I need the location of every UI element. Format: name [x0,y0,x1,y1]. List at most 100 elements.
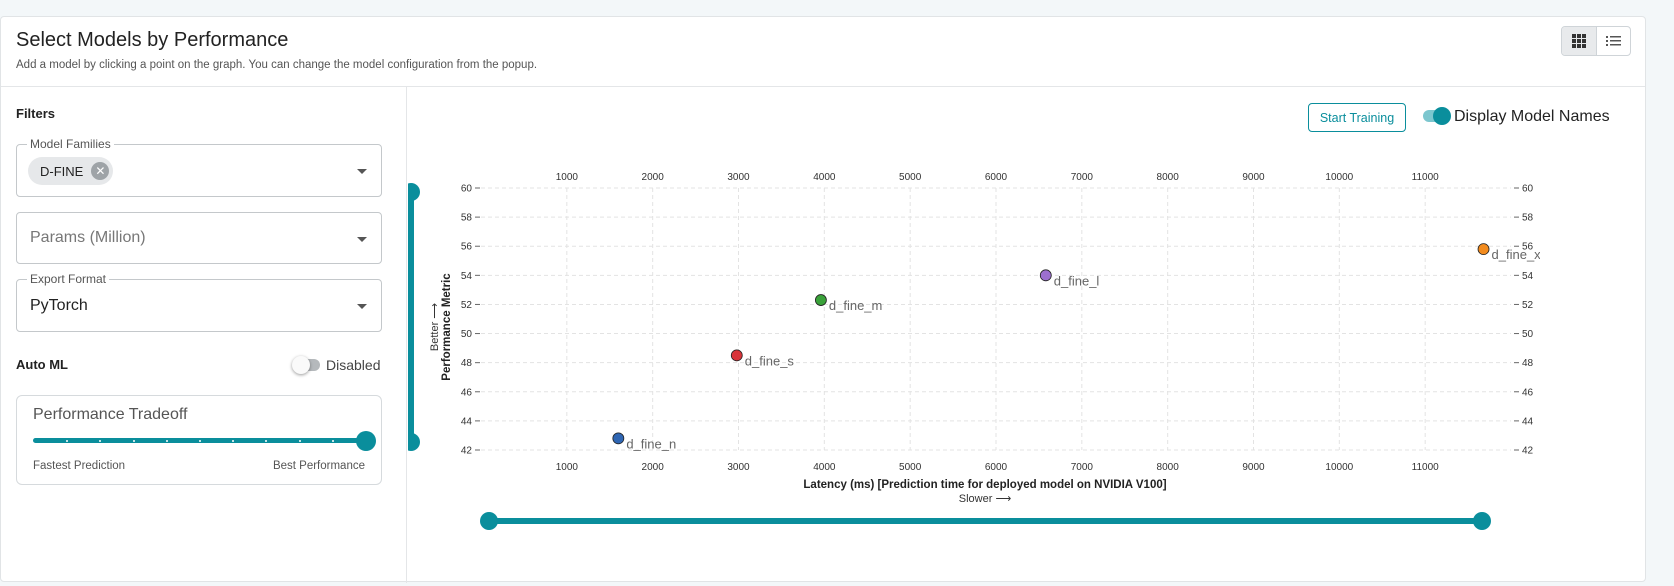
params-select[interactable]: Params (Million) [16,212,382,264]
x-range-slider-min-thumb[interactable] [480,512,498,530]
y-tick-label-right: 50 [1522,329,1534,340]
model-point-d-fine-s[interactable] [730,349,743,362]
y-axis-hint: Better ⟶ [429,303,441,351]
y-tick-label-right: 58 [1522,213,1534,224]
x-tick-label-bottom: 5000 [899,462,922,473]
y-tick-label-left: 58 [461,213,473,224]
y-tick-label-right: 54 [1522,271,1534,282]
view-toggle [1561,26,1631,56]
scatter-chart: 1000 1000 2000 2000 3000 3000 4000 4000 5000 5000… [408,172,1542,530]
model-families-select[interactable]: Model Families D-FINE ✕ [16,137,382,197]
point-label: d_fine_l [1054,273,1100,288]
model-point-d-fine-x[interactable] [1477,243,1490,256]
tradeoff-tick [199,439,201,442]
tradeoff-tick [132,439,135,442]
tradeoff-tick [99,439,102,442]
x-tick-label-top: 11000 [1412,172,1440,183]
y-tick-label-right: 48 [1522,358,1534,369]
list-icon [1605,36,1621,46]
y-tick-label-left: 56 [461,242,473,253]
filters-panel: Filters Model Families D-FINE ✕ Params (… [1,87,407,583]
x-tick-label-bottom: 2000 [642,462,665,473]
y-axis-label: Performance Metric [441,273,453,381]
chevron-down-icon[interactable] [357,304,367,309]
x-tick-label-top: 4000 [813,172,836,183]
x-tick-label-bottom: 11000 [1412,462,1440,473]
x-range-slider-max-thumb[interactable] [1473,512,1491,530]
x-tick-label-bottom: 1000 [556,462,579,473]
tradeoff-tick [66,439,69,442]
auto-ml-toggle[interactable] [292,356,320,374]
export-format-select[interactable]: Export Format PyTorch [16,272,382,332]
chip-label: D-FINE [40,163,84,179]
tradeoff-slider-thumb[interactable] [356,431,376,451]
x-axis-label: Latency (ms) [Prediction time for deploy… [803,479,1166,491]
model-families-legend: Model Families [27,137,114,151]
params-placeholder: Params (Million) [30,229,146,246]
tradeoff-max-label: Best Performance [272,460,365,472]
y-tick-label-left: 44 [461,416,473,427]
point-label: d_fine_x [1492,247,1542,262]
x-axis-hint: Slower ⟶ [959,493,1012,505]
tradeoff-tick [265,439,268,442]
y-tick-label-right: 44 [1522,416,1534,427]
tradeoff-slider-track[interactable] [33,438,365,443]
y-tick-label-right: 46 [1522,387,1534,398]
y-tick-label-right: 60 [1522,184,1534,195]
x-tick-label-bottom: 4000 [813,462,836,473]
chip-remove-icon[interactable]: ✕ [91,162,110,180]
y-tick-label-left: 42 [461,446,473,457]
chevron-down-icon[interactable] [357,237,367,242]
model-family-chip: D-FINE ✕ [28,157,114,185]
model-point-d-fine-l[interactable] [1039,269,1052,282]
y-tick-label-right: 42 [1522,446,1534,457]
export-format-legend: Export Format [27,272,110,286]
x-tick-label-bottom: 10000 [1325,462,1353,473]
auto-ml-label: Auto ML [16,357,68,372]
y-tick-label-left: 50 [461,329,473,340]
x-tick-label-top: 3000 [727,172,750,183]
point-label: d_fine_s [745,353,795,368]
y-tick-label-left: 60 [461,184,473,195]
y-tick-label-left: 46 [461,387,473,398]
list-view-button[interactable] [1595,27,1630,55]
performance-tradeoff-box: Performance Tradeoff Fastest Prediction … [16,395,382,485]
x-tick-label-top: 7000 [1071,172,1094,183]
tradeoff-tick [331,439,334,442]
tradeoff-min-label: Fastest Prediction [33,460,126,472]
x-tick-label-top: 2000 [642,172,665,183]
page-title: Select Models by Performance [16,29,289,51]
auto-ml-state: Disabled [326,357,381,373]
x-tick-label-bottom: 6000 [985,462,1008,473]
x-tick-label-top: 9000 [1242,172,1265,183]
y-tick-label-right: 52 [1522,300,1534,311]
page-subtitle: Add a model by clicking a point on the g… [16,59,538,71]
model-point-d-fine-m[interactable] [814,294,827,306]
grid-view-button[interactable] [1562,27,1596,55]
card-header: Select Models by Performance Add a model… [1,17,1645,87]
tradeoff-tick [165,439,168,442]
y-tick-label-left: 54 [461,271,473,282]
tradeoff-title: Performance Tradeoff [33,406,188,423]
tradeoff-tick [232,439,235,442]
model-selection-card: Select Models by Performance Add a model… [0,16,1646,583]
model-point-d-fine-n[interactable] [612,432,625,445]
grid-icon [1571,34,1586,48]
x-tick-label-bottom: 8000 [1157,462,1180,473]
y-tick-label-left: 48 [461,358,473,369]
points-group: d_fine_n d_fine_s d_fine_m d_fine_l d_fine_x [612,243,1542,451]
x-tick-label-bottom: 7000 [1071,462,1094,473]
y-range-slider-max-thumb[interactable] [408,183,420,201]
tradeoff-tick [298,439,301,442]
x-tick-label-top: 8000 [1157,172,1180,183]
point-label: d_fine_n [626,436,676,451]
x-tick-label-top: 10000 [1325,172,1353,183]
x-tick-label-bottom: 9000 [1242,462,1265,473]
x-tick-label-top: 5000 [899,172,922,183]
chart-panel: Start Training Display Model Names 1000 1… [408,87,1646,583]
y-range-slider-min-thumb[interactable] [408,433,420,451]
filters-heading: Filters [16,106,56,121]
point-label: d_fine_m [829,298,882,313]
export-format-value: PyTorch [30,297,88,314]
chevron-down-icon[interactable] [357,169,367,174]
